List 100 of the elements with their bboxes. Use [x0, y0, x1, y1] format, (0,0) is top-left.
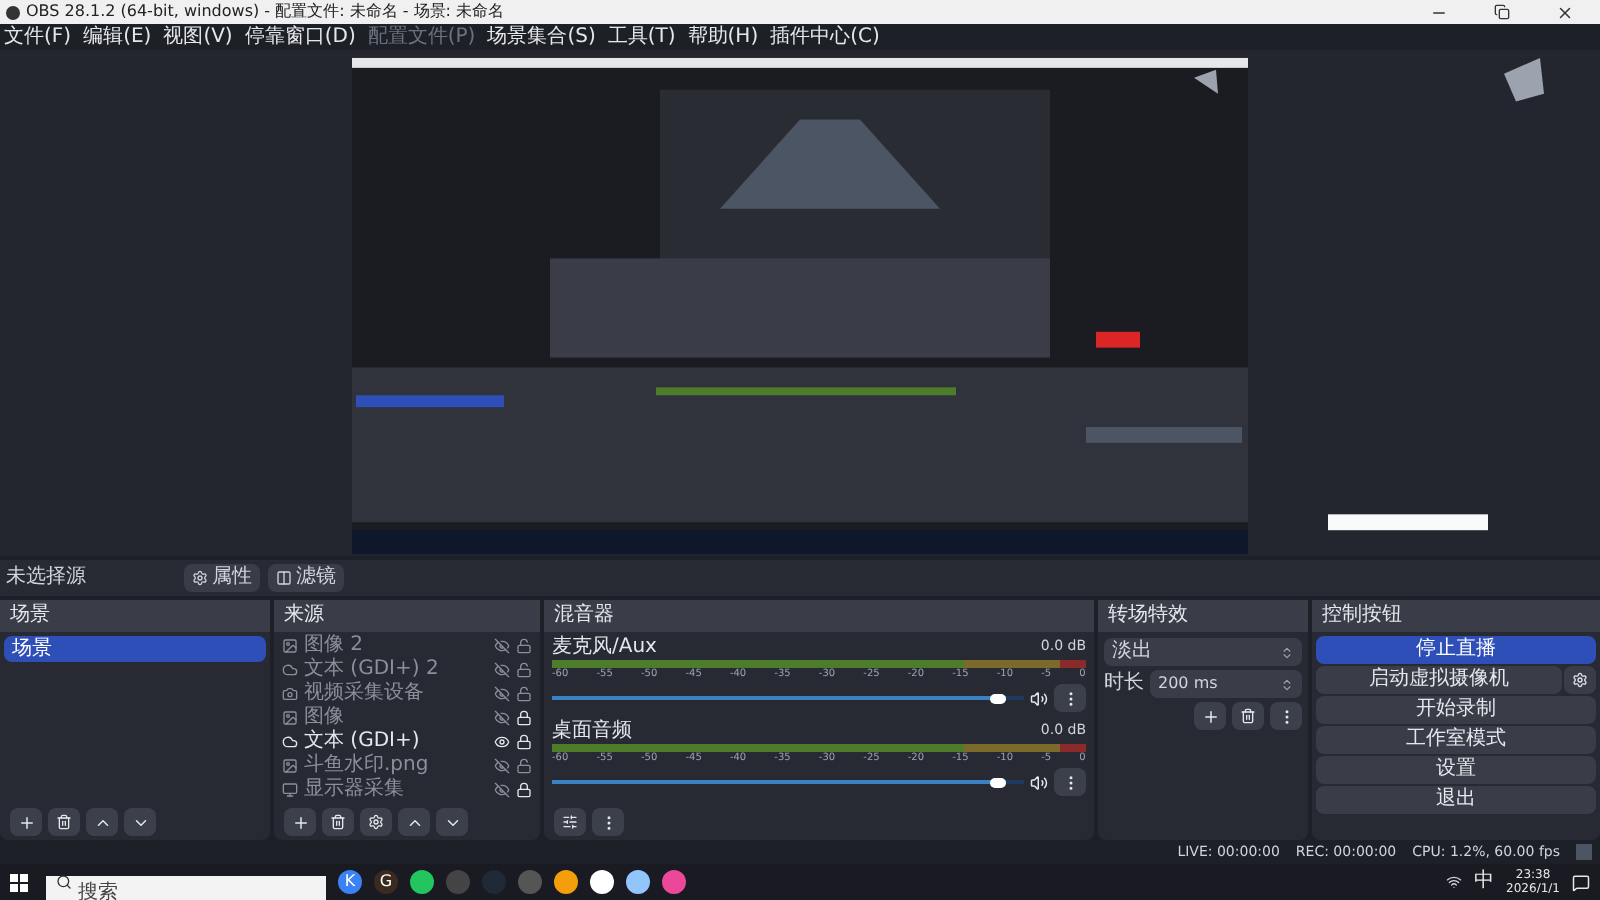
- speaker-icon[interactable]: [1030, 773, 1048, 791]
- delete-button[interactable]: [322, 808, 354, 836]
- split-panel-icon: [276, 570, 292, 586]
- filters-button[interactable]: 滤镜: [268, 564, 344, 592]
- add-button[interactable]: [1194, 702, 1226, 730]
- source-name[interactable]: 图像 2: [304, 636, 488, 656]
- eye-off-icon[interactable]: [494, 662, 510, 678]
- unlock-icon[interactable]: [516, 662, 532, 678]
- eye-off-icon[interactable]: [494, 710, 510, 726]
- move-down-button[interactable]: [436, 808, 468, 836]
- source-name[interactable]: 图像: [304, 708, 488, 728]
- taskbar-app-icon[interactable]: [590, 870, 614, 894]
- volume-slider[interactable]: [552, 776, 1024, 788]
- menu-item[interactable]: 工具(T): [607, 27, 676, 47]
- menu-item[interactable]: 文件(F): [4, 27, 72, 47]
- more-button[interactable]: [1270, 702, 1302, 730]
- volume-slider[interactable]: [552, 692, 1024, 704]
- more-button[interactable]: [592, 808, 624, 836]
- camera-icon: [282, 686, 298, 702]
- ime-indicator[interactable]: 中: [1474, 872, 1495, 892]
- control-button[interactable]: 设置: [1316, 756, 1596, 784]
- status-indicator: [1576, 844, 1592, 860]
- taskbar-app-icon[interactable]: [626, 870, 650, 894]
- windows-icon[interactable]: [10, 873, 28, 891]
- gear-icon: [368, 814, 384, 830]
- menu-item[interactable]: 编辑(E): [83, 27, 152, 47]
- more-button[interactable]: [1054, 768, 1086, 796]
- search-icon: [56, 874, 72, 890]
- source-name[interactable]: 文本 (GDI+): [304, 732, 488, 752]
- taskbar-app-icon[interactable]: G: [374, 870, 398, 894]
- source-name[interactable]: 显示器采集: [304, 780, 488, 800]
- transition-dropdown[interactable]: 淡出: [1104, 638, 1302, 666]
- add-button[interactable]: [284, 808, 316, 836]
- eye-off-icon[interactable]: [494, 638, 510, 654]
- close-icon[interactable]: [1556, 3, 1574, 21]
- delete-button[interactable]: [48, 808, 80, 836]
- gear-icon: [1572, 672, 1588, 688]
- lock-icon[interactable]: [516, 782, 532, 798]
- cloud-icon: [282, 734, 298, 750]
- more-button[interactable]: [1054, 684, 1086, 712]
- plus-icon: [1201, 707, 1219, 725]
- trash-icon: [56, 814, 72, 830]
- unlock-icon[interactable]: [516, 638, 532, 654]
- speaker-icon[interactable]: [1030, 689, 1048, 707]
- channel-name: 麦克风/Aux: [552, 636, 657, 658]
- source-name[interactable]: 文本 (GDI+) 2: [304, 660, 488, 680]
- menu-item[interactable]: 停靠窗口(D): [244, 27, 356, 47]
- source-name[interactable]: 视频采集设备: [304, 684, 488, 704]
- dock-title: 转场特效: [1108, 606, 1188, 626]
- eye-off-icon[interactable]: [494, 758, 510, 774]
- restore-icon[interactable]: [1494, 4, 1510, 20]
- app-logo-icon: [6, 5, 20, 19]
- image-icon: [282, 710, 298, 726]
- unlock-icon[interactable]: [516, 758, 532, 774]
- scene-item[interactable]: 场景: [4, 636, 266, 662]
- move-up-button[interactable]: [86, 808, 118, 836]
- trash-icon: [1240, 708, 1256, 724]
- monitor-icon: [282, 782, 298, 798]
- control-button[interactable]: 工作室模式: [1316, 726, 1596, 754]
- menu-item[interactable]: 插件中心(C): [770, 27, 880, 47]
- taskbar-app-icon[interactable]: K: [338, 870, 362, 894]
- settings-button[interactable]: [360, 808, 392, 836]
- duration-label: 时长: [1104, 674, 1144, 694]
- menu-item[interactable]: 场景集合(S): [487, 27, 596, 47]
- menu-item[interactable]: 帮助(H): [687, 27, 759, 47]
- eye-icon[interactable]: [494, 734, 510, 750]
- menu-item[interactable]: 视图(V): [163, 27, 233, 47]
- dock-title: 来源: [284, 606, 324, 626]
- gear-icon: [192, 570, 208, 586]
- lock-icon[interactable]: [516, 710, 532, 726]
- advanced-audio-button[interactable]: [554, 808, 586, 836]
- settings-button[interactable]: [1564, 666, 1596, 694]
- move-down-button[interactable]: [124, 808, 156, 836]
- dock-title: 控制按钮: [1322, 606, 1402, 626]
- image-icon: [282, 638, 298, 654]
- duration-field[interactable]: 200 ms: [1150, 670, 1302, 698]
- spinner-arrows-icon: [1280, 677, 1294, 691]
- sliders-icon: [562, 814, 578, 830]
- unlock-icon[interactable]: [516, 686, 532, 702]
- taskbar-app-icon[interactable]: [410, 870, 434, 894]
- eye-off-icon[interactable]: [494, 782, 510, 798]
- spinner-arrows-icon: [1280, 645, 1294, 659]
- trash-icon: [330, 814, 346, 830]
- plus-icon: [17, 813, 35, 831]
- dock-title: 场景: [10, 606, 50, 626]
- eye-off-icon[interactable]: [494, 686, 510, 702]
- add-button[interactable]: [10, 808, 42, 836]
- control-button[interactable]: 启动虚拟摄像机: [1316, 666, 1562, 694]
- control-button[interactable]: 退出: [1316, 786, 1596, 814]
- control-button[interactable]: 开始录制: [1316, 696, 1596, 724]
- properties-button[interactable]: 属性: [184, 564, 260, 592]
- notification-icon[interactable]: [1572, 873, 1590, 891]
- move-up-button[interactable]: [398, 808, 430, 836]
- lock-icon[interactable]: [516, 734, 532, 750]
- window-title: OBS 28.1.2 (64-bit, windows) - 配置文件: 未命名 - 场景: 未命名: [26, 4, 505, 20]
- network-icon[interactable]: [1446, 874, 1463, 890]
- taskbar-app-icon[interactable]: [554, 870, 578, 894]
- control-button[interactable]: 停止直播: [1316, 636, 1596, 664]
- source-name[interactable]: 斗鱼水印.png: [304, 756, 488, 776]
- delete-button[interactable]: [1232, 702, 1264, 730]
